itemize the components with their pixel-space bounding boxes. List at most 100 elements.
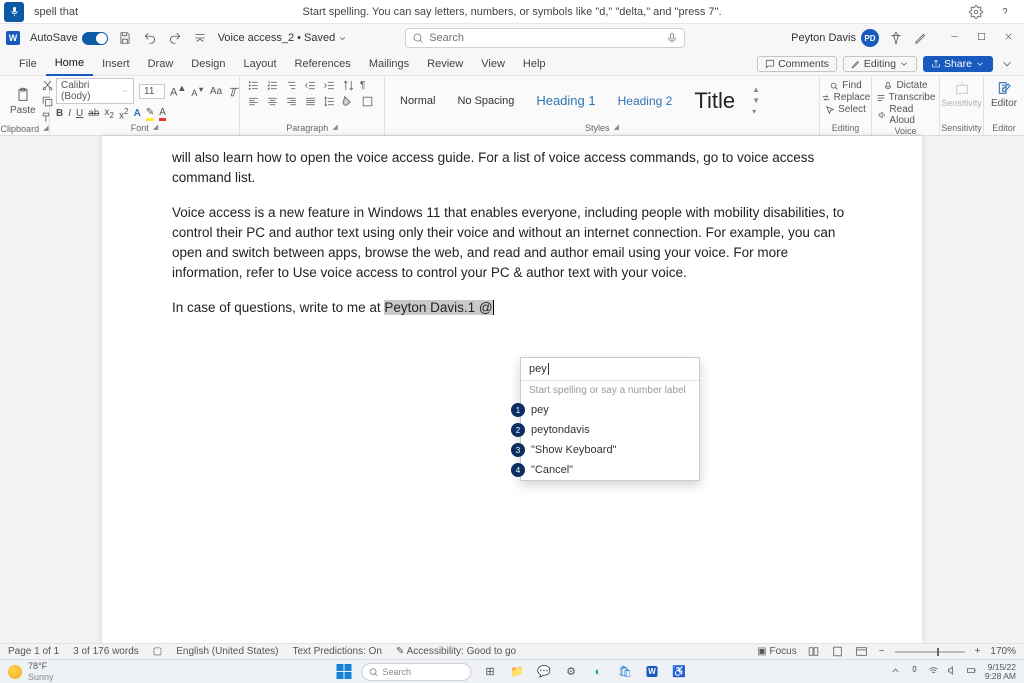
volume-tray-icon[interactable] bbox=[947, 665, 958, 678]
style-no-spacing[interactable]: No Spacing bbox=[448, 90, 523, 112]
align-right-icon[interactable] bbox=[284, 94, 298, 108]
change-case-icon[interactable]: Aa bbox=[210, 86, 222, 97]
comments-button[interactable]: Comments bbox=[757, 56, 837, 72]
tab-home[interactable]: Home bbox=[46, 52, 93, 76]
spellcheck-icon[interactable]: ▢ bbox=[153, 646, 162, 657]
style-heading-1[interactable]: Heading 1 bbox=[527, 88, 604, 113]
strike-button[interactable]: ab bbox=[88, 108, 99, 119]
bullets-icon[interactable] bbox=[246, 78, 260, 92]
highlighted-text[interactable]: Peyton Davis.1 @ bbox=[384, 300, 492, 315]
page[interactable]: will also learn how to open the voice ac… bbox=[102, 136, 922, 643]
accessibility-icon[interactable]: ♿ bbox=[671, 663, 688, 680]
help-icon[interactable] bbox=[997, 4, 1012, 19]
font-size-combo[interactable]: 11 bbox=[139, 84, 165, 99]
text-predictions[interactable]: Text Predictions: On bbox=[293, 646, 382, 657]
zoom-in-icon[interactable]: + bbox=[975, 646, 981, 657]
ribbon-options-icon[interactable] bbox=[999, 56, 1014, 71]
spell-option-1[interactable]: 1pey bbox=[521, 400, 699, 420]
qat-customize-icon[interactable] bbox=[193, 31, 208, 46]
search-box[interactable] bbox=[405, 28, 685, 48]
editor-button[interactable]: Editor bbox=[990, 78, 1018, 123]
style-normal[interactable]: Normal bbox=[391, 90, 444, 112]
styles-more-icon[interactable]: ▾ bbox=[752, 107, 760, 116]
style-title[interactable]: Title bbox=[685, 83, 744, 119]
document-area[interactable]: will also learn how to open the voice ac… bbox=[0, 136, 1024, 643]
microphone-icon[interactable] bbox=[4, 2, 24, 22]
user-account[interactable]: Peyton Davis PD bbox=[791, 29, 879, 47]
numbering-icon[interactable] bbox=[265, 78, 279, 92]
tab-design[interactable]: Design bbox=[182, 52, 234, 76]
mic-icon[interactable] bbox=[666, 32, 678, 44]
document-name[interactable]: Voice access_2 • Saved bbox=[218, 32, 348, 44]
transcribe-button[interactable]: Transcribe bbox=[876, 92, 936, 103]
zoom-slider[interactable] bbox=[895, 651, 965, 653]
accessibility-status[interactable]: ✎ Accessibility: Good to go bbox=[396, 646, 516, 657]
clock[interactable]: 9/15/22 9:28 AM bbox=[985, 663, 1016, 680]
read-mode-icon[interactable] bbox=[807, 645, 821, 659]
battery-tray-icon[interactable] bbox=[966, 665, 977, 678]
subscript-button[interactable]: x2 bbox=[104, 107, 114, 120]
spell-input[interactable]: pey bbox=[521, 358, 699, 381]
styles-down-icon[interactable]: ▼ bbox=[752, 96, 760, 105]
edge-icon[interactable]: ◐ bbox=[590, 663, 607, 680]
maximize-icon[interactable] bbox=[976, 31, 987, 45]
highlight-button[interactable]: ✎ bbox=[146, 107, 154, 121]
shading-icon[interactable] bbox=[341, 94, 355, 108]
tab-help[interactable]: Help bbox=[514, 52, 555, 76]
multilevel-icon[interactable] bbox=[284, 78, 298, 92]
word-taskbar-icon[interactable]: W bbox=[644, 663, 661, 680]
styles-up-icon[interactable]: ▲ bbox=[752, 85, 760, 94]
spell-option-2[interactable]: 2peytondavis bbox=[521, 420, 699, 440]
diamond-icon[interactable] bbox=[889, 31, 904, 46]
language[interactable]: English (United States) bbox=[176, 646, 278, 657]
paragraph[interactable]: Voice access is a new feature in Windows… bbox=[172, 203, 852, 284]
redo-icon[interactable] bbox=[168, 31, 183, 46]
print-layout-icon[interactable] bbox=[831, 645, 845, 659]
superscript-button[interactable]: x2 bbox=[119, 106, 129, 121]
settings-icon[interactable] bbox=[968, 4, 983, 19]
toggle-on-icon[interactable] bbox=[82, 32, 108, 45]
sort-icon[interactable] bbox=[341, 78, 355, 92]
sensitivity-button[interactable]: Sensitivity bbox=[946, 78, 977, 123]
bold-button[interactable]: B bbox=[56, 108, 63, 119]
tab-draw[interactable]: Draw bbox=[139, 52, 183, 76]
close-icon[interactable] bbox=[1003, 31, 1014, 45]
wifi-tray-icon[interactable] bbox=[928, 665, 939, 678]
tab-review[interactable]: Review bbox=[418, 52, 472, 76]
explorer-icon[interactable]: 📁 bbox=[509, 663, 526, 680]
spell-option-3[interactable]: 3"Show Keyboard" bbox=[521, 440, 699, 460]
tab-file[interactable]: File bbox=[10, 52, 46, 76]
page-count[interactable]: Page 1 of 1 bbox=[8, 646, 59, 657]
zoom-out-icon[interactable]: − bbox=[879, 646, 885, 657]
underline-button[interactable]: U bbox=[76, 108, 83, 119]
zoom-level[interactable]: 170% bbox=[990, 646, 1016, 657]
tab-references[interactable]: References bbox=[286, 52, 360, 76]
font-color-button[interactable]: A bbox=[159, 107, 166, 121]
read-aloud-button[interactable]: Read Aloud bbox=[878, 104, 933, 126]
align-left-icon[interactable] bbox=[246, 94, 260, 108]
paste-button[interactable]: Paste bbox=[6, 85, 40, 118]
chat-icon[interactable]: 💬 bbox=[536, 663, 553, 680]
dictate-button[interactable]: Dictate bbox=[883, 80, 927, 91]
text-effects-button[interactable]: A bbox=[134, 108, 141, 119]
tray-chevron-icon[interactable] bbox=[890, 665, 901, 678]
paragraph[interactable]: In case of questions, write to me at Pey… bbox=[172, 298, 852, 318]
clear-format-icon[interactable] bbox=[227, 84, 241, 98]
word-count[interactable]: 3 of 176 words bbox=[73, 646, 139, 657]
font-family-combo[interactable]: Calibri (Body) bbox=[56, 78, 134, 104]
italic-button[interactable]: I bbox=[68, 108, 71, 119]
autosave-toggle[interactable]: AutoSave bbox=[30, 32, 108, 45]
settings-taskbar-icon[interactable]: ⚙ bbox=[563, 663, 580, 680]
find-button[interactable]: Find bbox=[829, 80, 861, 91]
editing-mode-button[interactable]: Editing bbox=[843, 56, 917, 72]
save-icon[interactable] bbox=[118, 31, 133, 46]
undo-icon[interactable] bbox=[143, 31, 158, 46]
tab-view[interactable]: View bbox=[472, 52, 514, 76]
select-button[interactable]: Select bbox=[825, 104, 866, 115]
store-icon[interactable]: 🛍 bbox=[617, 663, 634, 680]
tab-layout[interactable]: Layout bbox=[235, 52, 286, 76]
dec-indent-icon[interactable] bbox=[303, 78, 317, 92]
line-spacing-icon[interactable] bbox=[322, 94, 336, 108]
borders-icon[interactable] bbox=[360, 94, 374, 108]
focus-mode[interactable]: ▣ Focus bbox=[757, 646, 796, 657]
